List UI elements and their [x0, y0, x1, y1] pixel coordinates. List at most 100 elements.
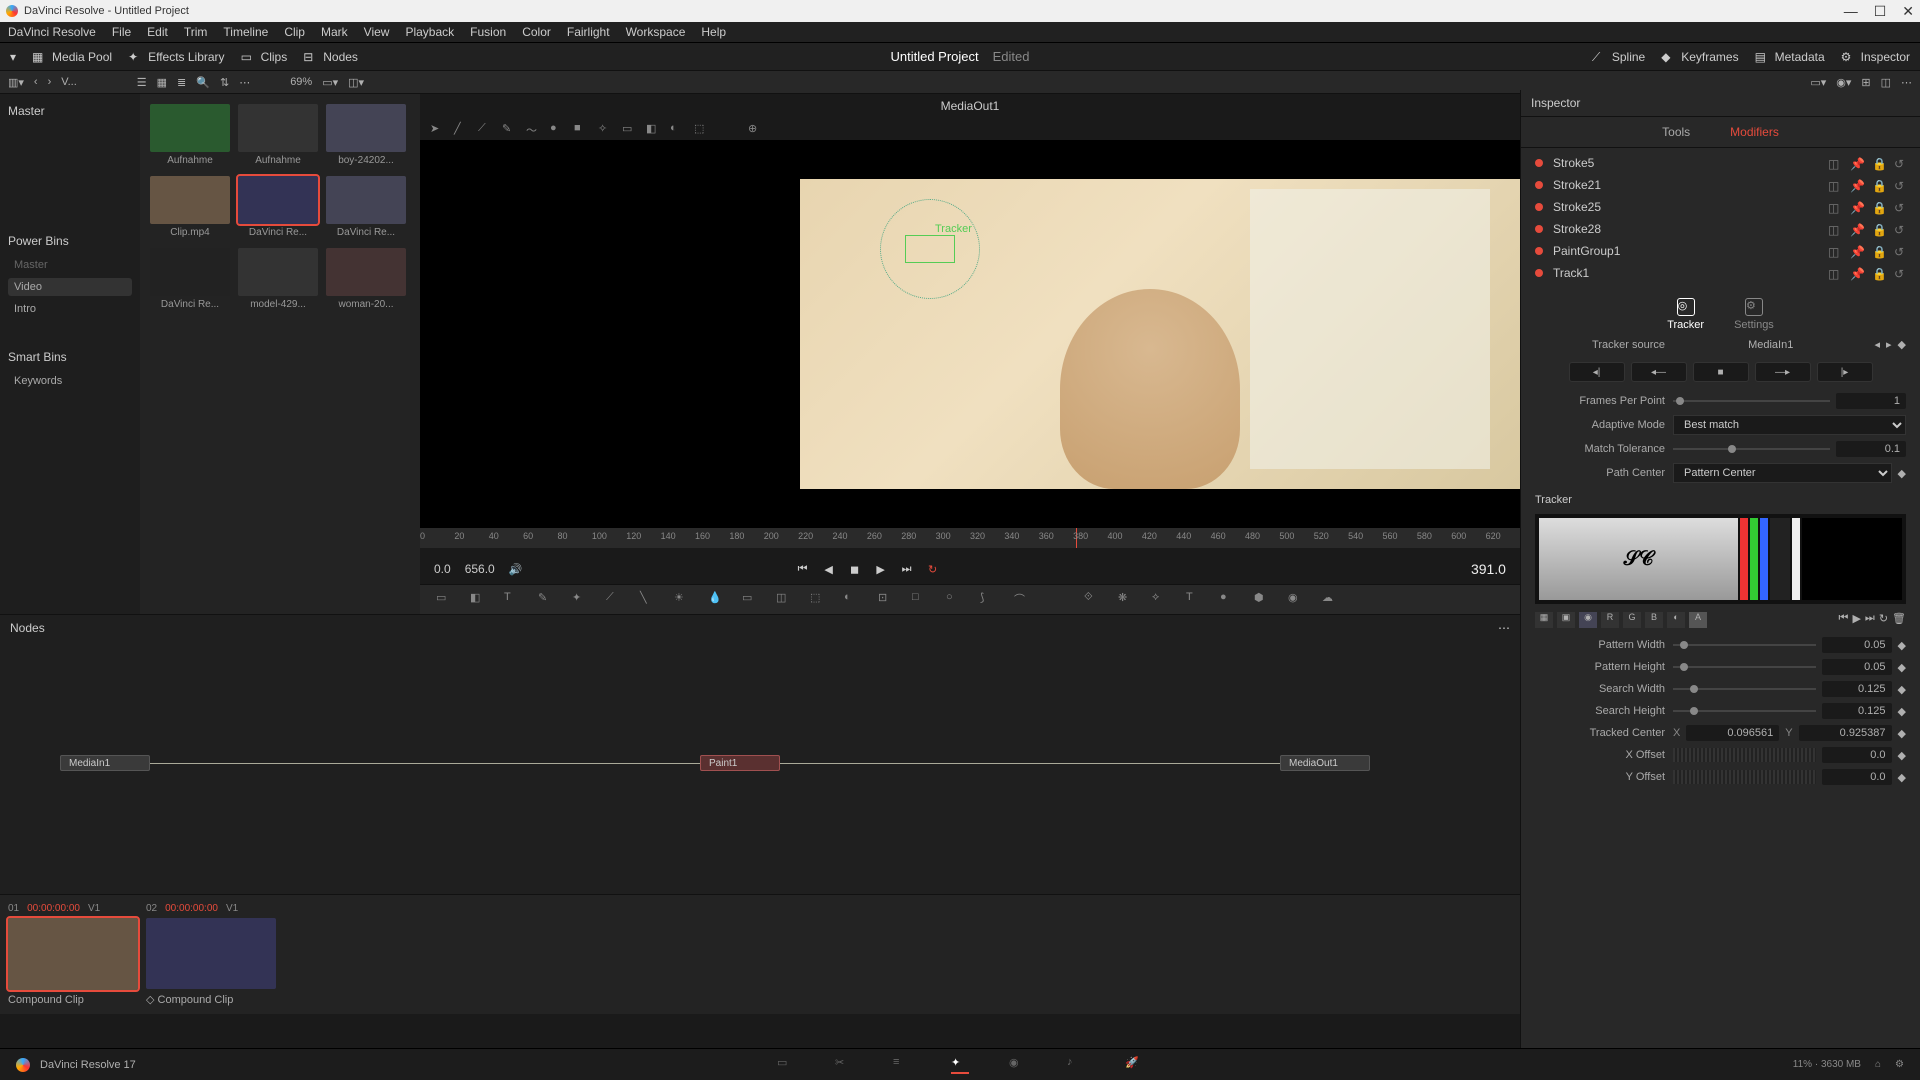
tracker-source-value[interactable]: MediaIn1 [1673, 339, 1868, 351]
page-media-icon[interactable]: ▭ [777, 1056, 795, 1074]
pw-slider[interactable] [1673, 644, 1816, 646]
fx-icon[interactable]: □ [912, 591, 930, 609]
track-fwd-end-button[interactable]: |▸ [1817, 362, 1873, 382]
fx-icon[interactable]: 💧 [708, 591, 726, 609]
node[interactable]: Paint1 [700, 755, 780, 771]
yo-value[interactable]: 0.0 [1822, 769, 1892, 785]
pool-thumb[interactable]: DaVinci Re... [150, 248, 230, 310]
xo-wheel[interactable] [1673, 748, 1816, 762]
menu-item[interactable]: Color [522, 25, 551, 39]
pin-icon[interactable]: 📌 [1850, 223, 1862, 235]
menu-item[interactable]: Timeline [223, 25, 268, 39]
pool-thumb[interactable]: Aufnahme [150, 104, 230, 166]
key-icon[interactable]: ◆ [1898, 338, 1906, 351]
stereo-icon[interactable]: ◉▾ [1836, 76, 1851, 89]
pool-thumb[interactable]: woman-20... [326, 248, 406, 310]
menu-item[interactable]: Workspace [626, 25, 686, 39]
pool-thumb[interactable]: Clip.mp4 [150, 176, 230, 238]
line-tool-icon[interactable]: ╱ [454, 122, 468, 136]
modifier-row[interactable]: Stroke5◫📌🔒↺ [1521, 152, 1920, 174]
fx-icon[interactable]: ⟋ [606, 591, 624, 609]
pin-icon[interactable]: 📌 [1850, 157, 1862, 169]
node[interactable]: MediaIn1 [60, 755, 150, 771]
version-icon[interactable]: ◫ [1828, 245, 1840, 257]
menu-item[interactable]: File [112, 25, 131, 39]
lock-icon[interactable]: 🔒 [1872, 201, 1884, 213]
fit-icon[interactable]: ▭▾ [322, 76, 338, 89]
pool-thumb[interactable]: boy-24202... [326, 104, 406, 166]
kf-play-icon[interactable]: ▶ [1852, 612, 1860, 628]
pen-tool-icon[interactable]: ✎ [502, 122, 516, 136]
fx-icon[interactable]: ◐ [844, 591, 862, 609]
next-icon[interactable]: ▸ [1886, 338, 1892, 351]
menu-item[interactable]: DaVinci Resolve [8, 25, 96, 39]
fx-icon[interactable]: ⟆ [980, 591, 998, 609]
more-icon[interactable]: ⋯ [239, 76, 250, 89]
fx-icon[interactable]: ⟐ [1084, 591, 1102, 609]
sort-icon[interactable]: ⇅ [220, 76, 229, 89]
reset-icon[interactable]: ↺ [1894, 179, 1906, 191]
nav-back-icon[interactable]: ‹ [34, 76, 38, 88]
version-icon[interactable]: ◫ [1828, 157, 1840, 169]
view-grid-icon[interactable]: ▦ [157, 76, 167, 89]
first-frame-button[interactable]: ⏮ [795, 561, 811, 577]
channel-icon[interactable]: ▦ [1535, 612, 1553, 628]
subtab-settings[interactable]: ⚙Settings [1734, 298, 1774, 331]
kf-del-icon[interactable]: 🗑 [1892, 612, 1906, 628]
clip-item[interactable]: 0100:00:00:00V1Compound Clip [8, 903, 138, 1006]
home-icon[interactable]: ⌂ [1875, 1059, 1881, 1070]
sw-slider[interactable] [1673, 688, 1816, 690]
time-ruler[interactable]: 0204060801001201401601802002202402602803… [420, 528, 1520, 548]
bin-item[interactable]: Video [8, 278, 132, 296]
viewer-canvas[interactable]: Tracker [420, 140, 1520, 528]
fx-icon[interactable]: ○ [946, 591, 964, 609]
spline-button[interactable]: ⟋Spline [1592, 50, 1645, 64]
reset-icon[interactable]: ↺ [1894, 157, 1906, 169]
channel-icon[interactable]: ◉ [1579, 612, 1597, 628]
fpp-value[interactable]: 1 [1836, 393, 1906, 409]
metadata-button[interactable]: ▤Metadata [1755, 50, 1825, 64]
fx-icon[interactable]: ▭ [742, 591, 760, 609]
fx-icon[interactable]: ╲ [640, 591, 658, 609]
menu-item[interactable]: Playback [405, 25, 454, 39]
modifier-row[interactable]: Stroke21◫📌🔒↺ [1521, 174, 1920, 196]
view-mode-icon[interactable]: ▭▾ [1810, 76, 1826, 89]
key-icon[interactable]: ◆ [1898, 639, 1906, 652]
fx-icon[interactable]: ❋ [1118, 591, 1136, 609]
channel-icon[interactable]: ▣ [1557, 612, 1575, 628]
settings-icon[interactable]: ⚙ [1895, 1059, 1904, 1070]
add-tool-icon[interactable]: ⊕ [748, 122, 762, 136]
media-pool-button[interactable]: ▦Media Pool [32, 50, 112, 64]
nav-fwd-icon[interactable]: › [48, 76, 52, 88]
pin-icon[interactable]: 📌 [1850, 179, 1862, 191]
key-icon[interactable]: ◆ [1898, 749, 1906, 762]
grid-icon[interactable]: ⊞ [1861, 76, 1870, 89]
effects-library-button[interactable]: ✦Effects Library [128, 50, 224, 64]
clips-button[interactable]: ▭Clips [241, 50, 288, 64]
wand-tool-icon[interactable]: ✧ [598, 122, 612, 136]
node-graph[interactable]: MediaIn1Paint1MediaOut1 [20, 755, 1500, 775]
track-stop-button[interactable]: ■ [1693, 362, 1749, 382]
fx-icon[interactable]: ✎ [538, 591, 556, 609]
lock-icon[interactable]: 🔒 [1872, 223, 1884, 235]
close-button[interactable]: ✕ [1902, 3, 1914, 20]
tc-y[interactable]: 0.925387 [1799, 725, 1892, 741]
xo-value[interactable]: 0.0 [1822, 747, 1892, 763]
fx-icon[interactable]: ⊡ [878, 591, 896, 609]
version-icon[interactable]: ◫ [1828, 223, 1840, 235]
matchtol-value[interactable]: 0.1 [1836, 441, 1906, 457]
track-rev-end-button[interactable]: ◂| [1569, 362, 1625, 382]
menu-item[interactable]: Clip [284, 25, 305, 39]
lock-icon[interactable]: 🔒 [1872, 267, 1884, 279]
maximize-button[interactable]: ☐ [1874, 3, 1887, 20]
key-icon[interactable]: ◆ [1898, 727, 1906, 740]
menu-item[interactable]: Mark [321, 25, 348, 39]
fx-icon[interactable]: ⬢ [1254, 591, 1272, 609]
nodes-panel[interactable]: Nodes ⋯ MediaIn1Paint1MediaOut1 [0, 614, 1520, 894]
fx-icon[interactable]: ◫ [776, 591, 794, 609]
split-icon[interactable]: ◫▾ [348, 76, 364, 89]
lock-icon[interactable]: 🔒 [1872, 179, 1884, 191]
version-icon[interactable]: ◫ [1828, 201, 1840, 213]
audio-icon[interactable]: 🔊 [509, 563, 523, 576]
minimize-button[interactable]: — [1844, 3, 1858, 20]
